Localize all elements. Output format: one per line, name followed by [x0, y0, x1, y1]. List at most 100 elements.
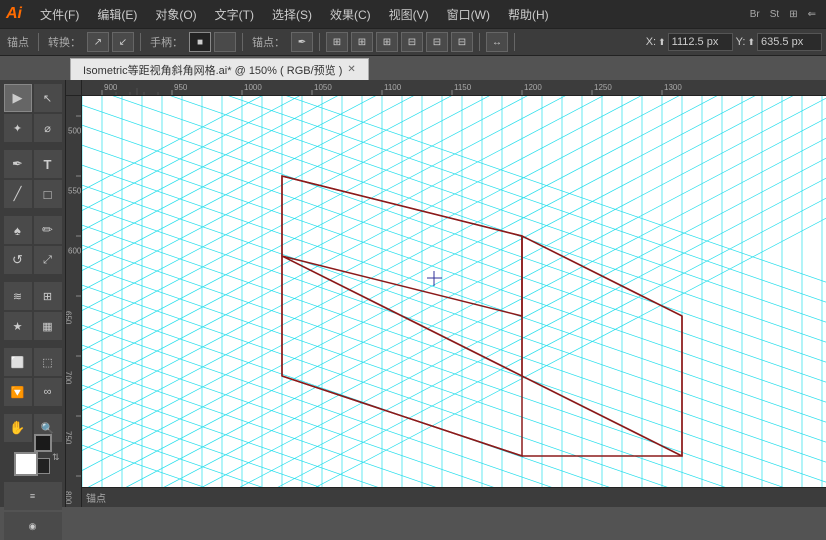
align-center[interactable]: ⊞ [351, 32, 373, 52]
type-tool[interactable]: T [34, 150, 62, 178]
bridge-icon[interactable]: Br [746, 9, 764, 20]
pencil-tool[interactable]: ✏ [34, 216, 62, 244]
align-left[interactable]: ⊞ [326, 32, 348, 52]
align-mid[interactable]: ⊟ [426, 32, 448, 52]
pen-tool[interactable]: ✒ [4, 150, 32, 178]
transform-btn-2[interactable]: ↙ [112, 32, 134, 52]
transform-tools: ↺ ⤢ [4, 246, 62, 274]
artboard-tool[interactable]: ⬜ [4, 348, 32, 376]
fill-box[interactable] [14, 452, 38, 476]
main-area: ▶ ↖ ✦ ⌀ ✒ T ╱ □ ♠ ✏ ↺ ⤢ ≋ ⊞ ★ [0, 80, 826, 507]
selection-tools: ▶ ↖ [4, 84, 62, 112]
tab-bar: Isometric等距视角斜角网格.ai* @ 150% ( RGB/预览 ) … [0, 56, 826, 80]
svg-text:1250: 1250 [594, 83, 612, 92]
change-mode-btn[interactable]: ≡ [4, 482, 62, 510]
handle-btn-2[interactable] [214, 32, 236, 52]
x-arrow: ⬆ [658, 37, 666, 48]
align-top[interactable]: ⊟ [401, 32, 423, 52]
bar-graph-tool[interactable]: ▦ [34, 312, 62, 340]
direct-selection-tool[interactable]: ↖ [34, 84, 62, 112]
lasso-tool[interactable]: ⌀ [34, 114, 62, 142]
x-coord: X: ⬆ [646, 33, 733, 51]
toolbar-sep-6 [514, 33, 515, 51]
cs-btn[interactable]: ◉ [4, 512, 62, 540]
toolbar-sep-1 [38, 33, 39, 51]
x-input[interactable] [668, 33, 733, 51]
tab-close-btn[interactable]: ✕ [347, 64, 355, 75]
svg-text:1000: 1000 [244, 83, 262, 92]
svg-text:700: 700 [66, 371, 73, 385]
stock-icon[interactable]: St [766, 9, 783, 20]
y-arrow: ⬆ [747, 37, 755, 48]
canvas-white [82, 96, 826, 507]
paintbrush-tool[interactable]: ♠ [4, 216, 32, 244]
lasso-tools: ✦ ⌀ [4, 114, 62, 142]
status-text: 锚点 [86, 490, 106, 505]
pen-tools: ✒ T [4, 150, 62, 178]
align-right[interactable]: ⊞ [376, 32, 398, 52]
bottom-bar: 锚点 [82, 487, 826, 507]
canvas-area[interactable]: 900 950 1000 1050 1100 1150 1200 1250 [66, 80, 826, 507]
iso-grid-svg [82, 96, 826, 507]
anchor-label: 锚点 [4, 34, 32, 50]
menu-bar: Ai 文件(F) 编辑(E) 对象(O) 文字(T) 选择(S) 效果(C) 视… [0, 0, 826, 28]
menu-effect[interactable]: 效果(C) [322, 4, 379, 25]
artboard-tools: ⬜ ⬚ [4, 348, 62, 376]
stroke-box[interactable] [34, 434, 52, 452]
scale-tool[interactable]: ⤢ [34, 246, 62, 274]
toolbar: 锚点 转换： ↗ ↙ 手柄： ■ 锚点： ✒ ⊞ ⊞ ⊞ ⊟ ⊟ ⊟ ↔ X: … [0, 28, 826, 56]
handle-label: 手柄： [147, 34, 186, 50]
align-bottom[interactable]: ⊟ [451, 32, 473, 52]
ai-logo: Ai [6, 5, 22, 23]
svg-text:650: 650 [66, 311, 73, 325]
x-label: X: [646, 36, 656, 48]
slice-tool[interactable]: ⬚ [34, 348, 62, 376]
tab-title: Isometric等距视角斜角网格.ai* @ 150% ( RGB/预览 ) [83, 62, 342, 78]
eyedropper-tools: 🔽 ∞ [4, 378, 62, 406]
line-tools: ╱ □ [4, 180, 62, 208]
svg-text:800: 800 [66, 491, 73, 505]
ruler-left: 500 550 600 650 700 750 800 [66, 96, 82, 507]
symbol-tool[interactable]: ★ [4, 312, 32, 340]
hand-tool[interactable]: ✋ [4, 414, 32, 442]
svg-text:900: 900 [104, 83, 118, 92]
svg-text:1100: 1100 [384, 83, 402, 92]
rect-tool[interactable]: □ [34, 180, 62, 208]
free-transform-tool[interactable]: ⊞ [34, 282, 62, 310]
magic-wand-tool[interactable]: ✦ [4, 114, 32, 142]
svg-text:550: 550 [68, 187, 82, 196]
brush-tools: ♠ ✏ [4, 216, 62, 244]
rotate-tool[interactable]: ↺ [4, 246, 32, 274]
bottom-tools: ≡ ◉ [4, 482, 62, 540]
menu-help[interactable]: 帮助(H) [500, 4, 557, 25]
swap-icon[interactable]: ⇅ [52, 452, 60, 463]
toolbar-sep-2 [140, 33, 141, 51]
line-tool[interactable]: ╱ [4, 180, 32, 208]
warp-tool[interactable]: ≋ [4, 282, 32, 310]
grid-icon[interactable]: ⊞ [785, 9, 801, 20]
blend-tool[interactable]: ∞ [34, 378, 62, 406]
symbol-tools: ★ ▦ [4, 312, 62, 340]
menu-edit[interactable]: 编辑(E) [89, 4, 145, 25]
dist-h[interactable]: ↔ [486, 32, 508, 52]
menu-window[interactable]: 窗口(W) [439, 4, 498, 25]
eyedropper-tool[interactable]: 🔽 [4, 378, 32, 406]
svg-text:500: 500 [68, 127, 82, 136]
transform-btn-1[interactable]: ↗ [87, 32, 109, 52]
document-tab[interactable]: Isometric等距视角斜角网格.ai* @ 150% ( RGB/预览 ) … [70, 58, 369, 80]
warp-tools: ≋ ⊞ [4, 282, 62, 310]
selection-tool[interactable]: ▶ [4, 84, 32, 112]
menu-view[interactable]: 视图(V) [381, 4, 437, 25]
svg-text:1150: 1150 [454, 83, 472, 92]
menu-object[interactable]: 对象(O) [147, 4, 204, 25]
menu-type[interactable]: 文字(T) [207, 4, 262, 25]
menu-file[interactable]: 文件(F) [32, 4, 87, 25]
svg-text:1200: 1200 [524, 83, 542, 92]
menu-select[interactable]: 选择(S) [264, 4, 320, 25]
anchor2-btn[interactable]: ✒ [291, 32, 313, 52]
arrow-icon[interactable]: ⇐ [804, 9, 820, 20]
svg-text:1300: 1300 [664, 83, 682, 92]
y-input[interactable] [757, 33, 822, 51]
anchor2-label: 锚点： [249, 34, 288, 50]
handle-btn-1[interactable]: ■ [189, 32, 211, 52]
